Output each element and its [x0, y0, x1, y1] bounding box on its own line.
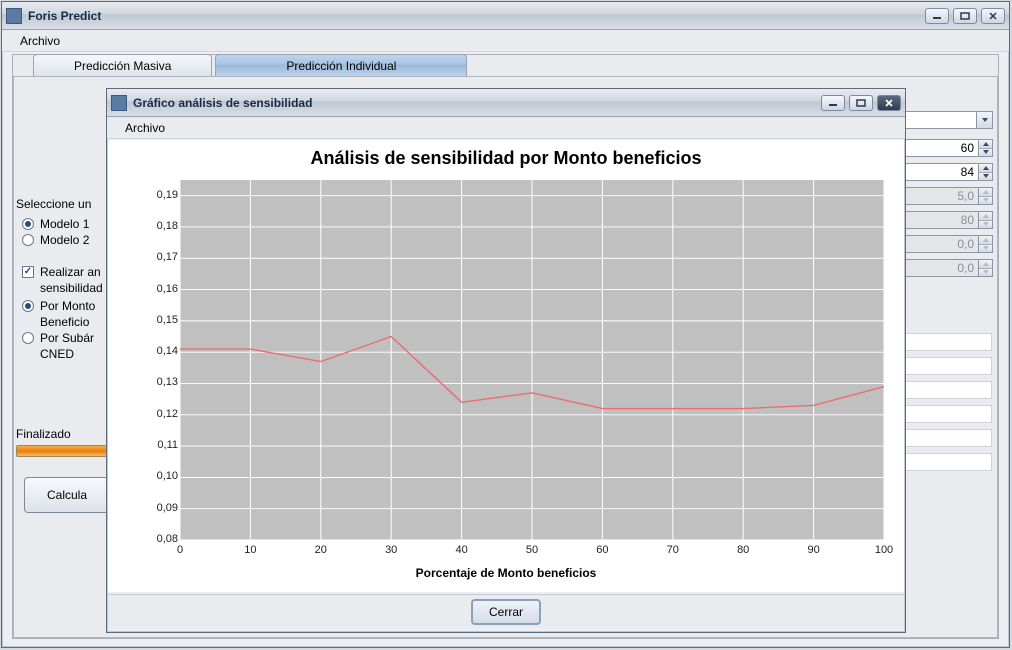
plot-area [180, 180, 884, 540]
blank-field-2[interactable] [898, 381, 992, 399]
spin-up-0[interactable] [979, 140, 992, 148]
x-tick: 0 [177, 544, 183, 556]
spin-up-5 [979, 260, 992, 268]
x-tick: 70 [667, 544, 679, 556]
spin-value-5: 0,0 [898, 259, 979, 277]
tab-prediccion-masiva[interactable]: Predicción Masiva [33, 54, 212, 76]
spin-down-5 [979, 268, 992, 277]
calcular-button[interactable]: Calcula [24, 477, 110, 513]
spin-value-0[interactable]: 60 [898, 139, 979, 157]
main-titlebar[interactable]: Foris Predict [2, 2, 1009, 30]
chart-menu-file[interactable]: Archivo [117, 119, 173, 137]
blank-field-1[interactable] [898, 357, 992, 375]
blank-field-4[interactable] [898, 429, 992, 447]
menu-file[interactable]: Archivo [12, 32, 68, 50]
main-title: Foris Predict [28, 9, 925, 23]
radio-label: Modelo 1 [40, 217, 89, 231]
radio-label: Por Subár [40, 331, 94, 345]
spin-down-4 [979, 244, 992, 253]
spin-down-1[interactable] [979, 172, 992, 181]
blank-field-5[interactable] [898, 453, 992, 471]
plot-svg [180, 180, 884, 540]
chart-window-title: Gráfico análisis de sensibilidad [133, 96, 821, 110]
minimize-button[interactable] [925, 8, 949, 24]
x-axis-label: Porcentaje de Monto beneficios [120, 566, 892, 580]
right-controls: 60 84 5,0 80 0,0 0,0 [898, 111, 993, 477]
y-tick: 0,09 [138, 502, 178, 514]
maximize-button[interactable] [953, 8, 977, 24]
cerrar-button[interactable]: Cerrar [471, 599, 541, 625]
chart-window-icon [111, 95, 127, 111]
chart-window: Gráfico análisis de sensibilidad Archivo… [106, 88, 906, 633]
y-tick: 0,19 [138, 189, 178, 201]
check-label: Realizar an [40, 265, 101, 279]
y-tick: 0,12 [138, 408, 178, 420]
spin-up-3 [979, 212, 992, 220]
radio-icon [22, 218, 34, 230]
radio-label: Modelo 2 [40, 233, 89, 247]
x-tick: 60 [596, 544, 608, 556]
y-tick: 0,15 [138, 314, 178, 326]
spin-value-1[interactable]: 84 [898, 163, 979, 181]
spin-up-1[interactable] [979, 164, 992, 172]
spin-down-3 [979, 220, 992, 229]
y-tick: 0,18 [138, 220, 178, 232]
radio-icon [22, 234, 34, 246]
x-tick: 80 [737, 544, 749, 556]
chart-close-button[interactable] [877, 95, 901, 111]
radio-label: Por Monto [40, 299, 95, 313]
spin-value-4: 0,0 [898, 235, 979, 253]
y-tick: 0,17 [138, 251, 178, 263]
chart-maximize-button[interactable] [849, 95, 873, 111]
dropdown-button[interactable] [977, 112, 992, 128]
x-tick: 20 [315, 544, 327, 556]
spin-up-2 [979, 188, 992, 196]
radio-icon [22, 300, 34, 312]
x-tick: 90 [807, 544, 819, 556]
x-tick: 30 [385, 544, 397, 556]
check-icon: ✓ [22, 266, 34, 278]
chart-menubar: Archivo [107, 117, 905, 139]
x-tick: 50 [526, 544, 538, 556]
blank-field-3[interactable] [898, 405, 992, 423]
y-tick: 0,11 [138, 439, 178, 451]
close-button[interactable] [981, 8, 1005, 24]
tab-prediccion-individual[interactable]: Predicción Individual [215, 54, 467, 76]
spin-down-0[interactable] [979, 148, 992, 157]
chart-minimize-button[interactable] [821, 95, 845, 111]
y-tick: 0,14 [138, 345, 178, 357]
spin-down-2 [979, 196, 992, 205]
y-tick: 0,10 [138, 470, 178, 482]
x-tick: 40 [455, 544, 467, 556]
app-icon [6, 8, 22, 24]
y-tick: 0,16 [138, 283, 178, 295]
blank-field-0[interactable] [898, 333, 992, 351]
y-tick: 0,13 [138, 376, 178, 388]
main-menubar: Archivo [2, 30, 1009, 52]
radio-icon [22, 332, 34, 344]
x-tick: 100 [875, 544, 893, 556]
chart-title: Análisis de sensibilidad por Monto benef… [120, 148, 892, 169]
x-tick: 10 [244, 544, 256, 556]
spin-value-3: 80 [898, 211, 979, 229]
spin-up-4 [979, 236, 992, 244]
combo-field[interactable] [898, 111, 977, 129]
spin-value-2: 5,0 [898, 187, 979, 205]
y-tick: 0,08 [138, 533, 178, 545]
chart-titlebar[interactable]: Gráfico análisis de sensibilidad [107, 89, 905, 117]
chart-client: Análisis de sensibilidad por Monto benef… [108, 140, 904, 592]
